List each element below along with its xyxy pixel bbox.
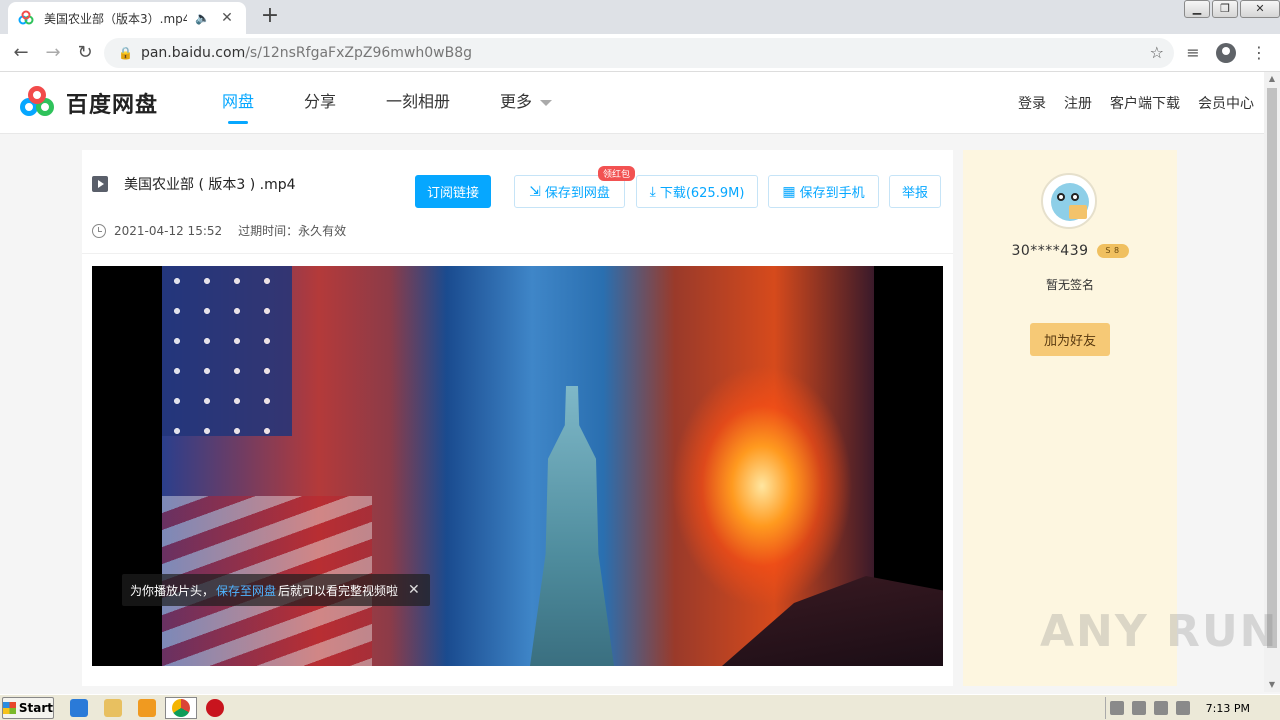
speaker-icon[interactable]: 🔈 [195, 11, 210, 25]
red-packet-badge: 领红包 [598, 166, 636, 181]
qr-phone-icon: ▦ [782, 183, 796, 200]
start-label: Start [18, 701, 53, 715]
sharer-username-row: 30****439 S 8 [963, 243, 1177, 259]
start-button[interactable]: Start [2, 697, 54, 719]
system-tray: 7:13 PM [1105, 697, 1280, 719]
windows-logo-icon [3, 702, 16, 714]
site-header: 百度网盘 网盘 分享 一刻相册 更多 登录 注册 客户端下载 会员中心 [0, 72, 1264, 134]
user-nav: 登录 注册 客户端下载 会员中心 [1000, 72, 1254, 134]
file-title-row: 美国农业部 ( 版本3 ) .mp4 [92, 174, 296, 194]
file-name: 美国农业部 ( 版本3 ) .mp4 [124, 177, 296, 193]
profile-icon[interactable] [1216, 43, 1236, 63]
file-meta: 2021-04-12 15:52 过期时间：永久有效 [92, 222, 346, 239]
browser-tab[interactable]: 美国农业部（版本3）.mp4_免 🔈 ✕ [8, 2, 246, 34]
lock-icon: 🔒 [118, 46, 133, 60]
media-control-icon[interactable]: ≡ [1182, 42, 1204, 64]
nav-item-more[interactable]: 更多 [500, 72, 553, 134]
save-disk-icon: ⇲ [529, 183, 541, 200]
tray-clock: 7:13 PM [1205, 701, 1250, 715]
report-button[interactable]: 举报 [889, 175, 941, 208]
volume-icon[interactable] [1131, 701, 1146, 715]
os-taskbar: Start 7:13 PM [0, 694, 1280, 720]
url-path: /s/12nsRfgaFxZpZ96mwh0wB8g [245, 45, 472, 61]
nav-item-share[interactable]: 分享 [304, 72, 336, 134]
browser-tabstrip: 美国农业部（版本3）.mp4_免 🔈 ✕ + ▁ ❐ ✕ [0, 0, 1280, 34]
download-icon: ⤓ [649, 183, 656, 200]
browser-toolbar: ← → ↻ 🔒 pan.baidu.com/s/12nsRfgaFxZpZ96m… [0, 34, 1280, 72]
member-center-link[interactable]: 会员中心 [1198, 93, 1254, 113]
sharer-signature: 暂无签名 [1045, 278, 1094, 292]
main-nav: 网盘 分享 一刻相册 更多 [222, 72, 602, 134]
save-to-disk-label: 保存到网盘 [544, 186, 610, 201]
subscribe-button[interactable]: 订阅链接 [415, 175, 491, 208]
nav-item-album[interactable]: 一刻相册 [386, 72, 450, 134]
video-player[interactable]: 为你播放片头， 保存至网盘 后就可以看完整视频啦 ✕ [92, 266, 943, 666]
nav-item-disk[interactable]: 网盘 [222, 72, 254, 134]
clock-icon [92, 223, 106, 238]
reload-button[interactable]: ↻ [74, 42, 96, 64]
flag-icon[interactable] [1175, 701, 1190, 715]
network-icon[interactable] [1153, 701, 1168, 715]
close-window-button[interactable]: ✕ [1240, 0, 1280, 18]
chrome-taskbar-button[interactable] [165, 697, 197, 719]
sharer-username: 30****439 [1011, 243, 1089, 259]
forward-button[interactable]: → [42, 42, 64, 64]
explorer-folder-icon[interactable] [104, 699, 122, 717]
back-button[interactable]: ← [10, 42, 32, 64]
expire-text: 过期时间：永久有效 [238, 224, 347, 238]
restore-button[interactable]: ❐ [1212, 0, 1238, 18]
nav-more-label: 更多 [500, 92, 533, 111]
register-link[interactable]: 注册 [1064, 93, 1092, 113]
close-icon[interactable]: ✕ [408, 582, 420, 598]
url-host: pan.baidu.com [140, 45, 246, 61]
chrome-icon [172, 699, 190, 717]
ie-icon[interactable] [70, 699, 88, 717]
chevron-down-icon [540, 99, 553, 106]
scroll-down-icon[interactable]: ▼ [1264, 678, 1280, 692]
vip-level: 8 [1114, 246, 1120, 255]
avatar-eye [1071, 193, 1079, 201]
site-logo[interactable]: 百度网盘 [20, 86, 158, 120]
login-link[interactable]: 登录 [1018, 93, 1046, 113]
scroll-up-icon[interactable]: ▲ [1264, 72, 1280, 86]
stop-icon[interactable] [206, 699, 224, 717]
new-tab-button[interactable]: + [258, 5, 282, 29]
toast-prefix: 为你播放片头， [130, 583, 215, 598]
page-scrollbar[interactable]: ▲ ▼ [1264, 72, 1280, 692]
avatar[interactable] [1041, 173, 1097, 229]
logo-text: 百度网盘 [66, 93, 159, 118]
client-download-link[interactable]: 客户端下载 [1110, 93, 1180, 113]
save-to-phone-label: 保存到手机 [799, 186, 865, 201]
anyrun-watermark: ANY RUN [1040, 606, 1279, 657]
share-main-card: 美国农业部 ( 版本3 ) .mp4 2021-04-12 15:52 过期时间… [82, 150, 953, 686]
vip-badge: S 8 [1096, 244, 1129, 258]
baidu-pan-favicon [18, 10, 34, 25]
address-bar[interactable]: 🔒 pan.baidu.com/s/12nsRfgaFxZpZ96mwh0wB8… [104, 38, 1174, 68]
window-controls: ▁ ❐ ✕ [1182, 0, 1280, 20]
media-player-icon[interactable] [138, 699, 156, 717]
download-button[interactable]: ⤓ 下载(625.9M) [636, 175, 758, 208]
toast-suffix: 后就可以看完整视频啦 [278, 583, 399, 598]
scrollbar-thumb[interactable] [1267, 88, 1277, 648]
avatar-eye [1057, 193, 1065, 201]
tab-title: 美国农业部（版本3）.mp4_免 [44, 11, 188, 26]
tray-expand-icon[interactable] [1109, 701, 1124, 715]
preview-toast: 为你播放片头， 保存至网盘 后就可以看完整视频啦 ✕ [122, 574, 430, 606]
avatar-box [1069, 205, 1087, 219]
bookmark-star-icon[interactable]: ☆ [1150, 43, 1164, 62]
minimize-button[interactable]: ▁ [1184, 0, 1210, 18]
save-to-phone-button[interactable]: ▦ 保存到手机 [768, 175, 879, 208]
toast-save-link[interactable]: 保存至网盘 [216, 582, 276, 599]
video-file-icon [92, 176, 108, 192]
share-date: 2021-04-12 15:52 [114, 223, 223, 238]
add-friend-button[interactable]: 加为好友 [1030, 323, 1110, 356]
video-flag-stars [162, 266, 292, 436]
menu-kebab-icon[interactable]: ⋮ [1248, 42, 1270, 64]
download-label: 下载(625.9M) [659, 186, 745, 201]
tab-close-icon[interactable]: ✕ [218, 10, 236, 26]
header-divider [82, 253, 953, 254]
baidu-pan-logo-icon [20, 86, 60, 120]
url-text: pan.baidu.com/s/12nsRfgaFxZpZ96mwh0wB8g [141, 45, 472, 61]
